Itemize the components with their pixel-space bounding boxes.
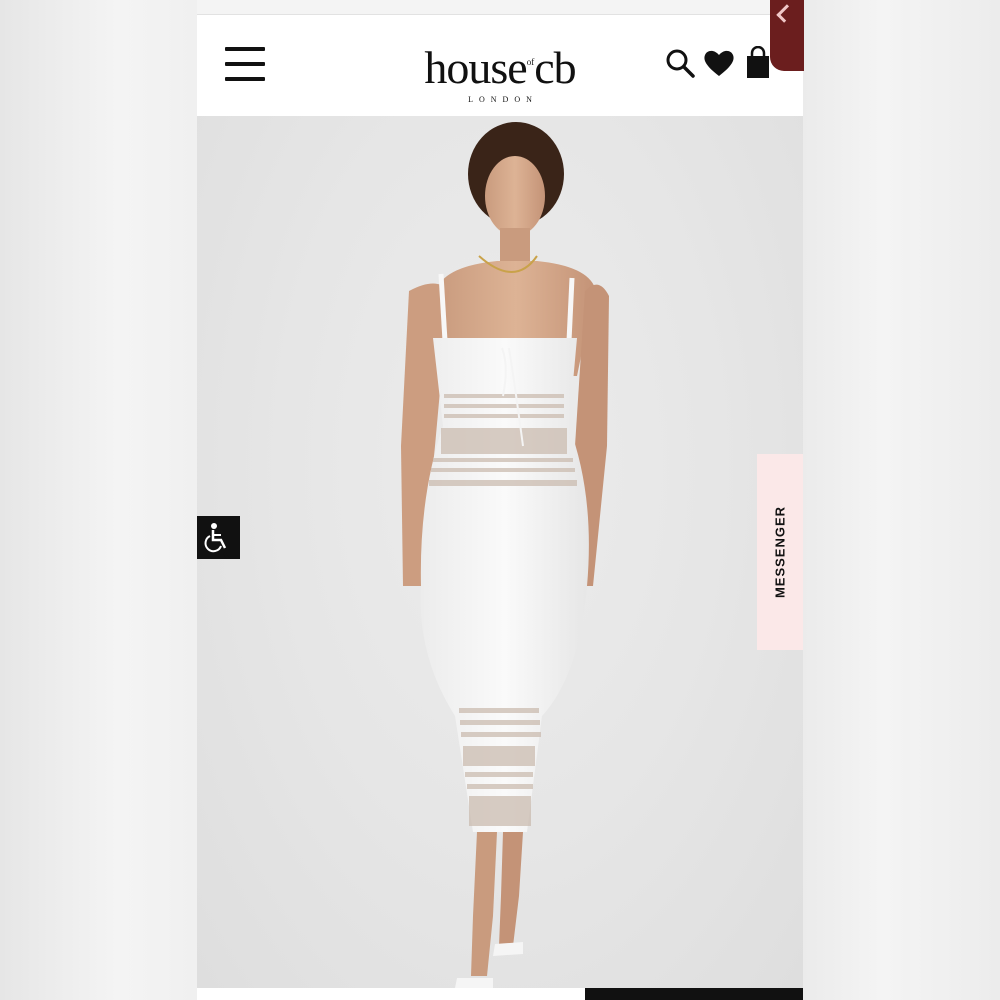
background-left-margin (0, 0, 197, 1000)
add-to-bag-button[interactable] (585, 988, 803, 1000)
wheelchair-accessibility-icon[interactable] (197, 516, 240, 563)
messenger-label: MESSENGER (772, 505, 788, 599)
heart-icon[interactable] (702, 46, 736, 80)
hamburger-menu-icon[interactable] (225, 45, 265, 83)
brand-logo[interactable]: houseofcb LONDON (347, 37, 653, 105)
mobile-page: houseofcb LONDON MESSENGER (197, 0, 803, 1000)
chevron-tab-icon[interactable] (770, 0, 804, 71)
bottom-action-bar (197, 988, 803, 1000)
messenger-chat-tab[interactable]: MESSENGER (757, 454, 803, 650)
background-right-margin (803, 0, 1000, 1000)
site-header: houseofcb LONDON (197, 15, 803, 116)
brand-city: LONDON (468, 95, 538, 104)
search-icon[interactable] (663, 46, 697, 80)
browser-top-bar (197, 0, 803, 15)
product-hero-image[interactable]: MESSENGER (197, 116, 803, 988)
brand-wordmark: houseofcb (424, 42, 576, 93)
model-in-white-knit-midi-dress (401, 122, 609, 988)
